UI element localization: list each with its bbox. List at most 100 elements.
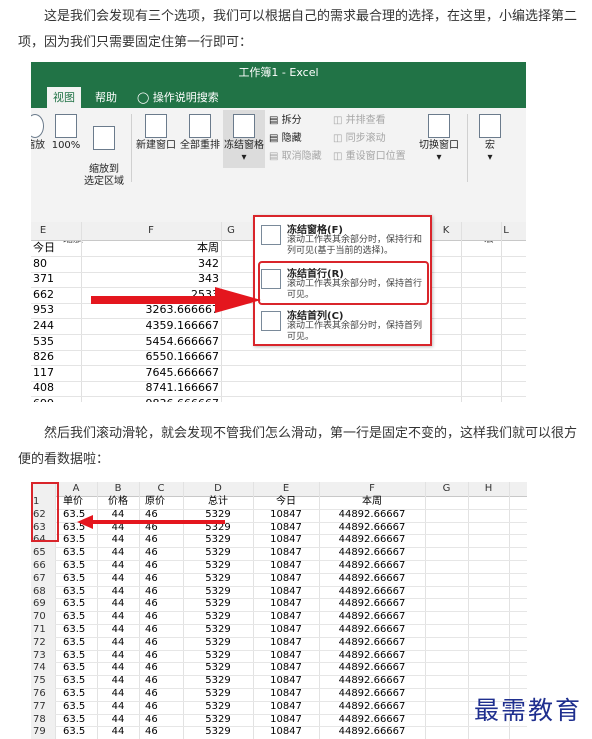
table-cell[interactable]: 原价 (145, 496, 183, 509)
hide-button[interactable]: ▤ 隐藏 (269, 132, 302, 146)
unhide-button[interactable]: ▤ 取消隐藏 (269, 150, 322, 164)
table-cell[interactable]: 10847 (253, 560, 319, 573)
table-cell[interactable]: 44892.66667 (319, 675, 425, 688)
table-cell[interactable]: 63.5 (63, 560, 97, 573)
table-cell[interactable]: 44892.66667 (319, 637, 425, 650)
table-cell[interactable]: 本周 (319, 496, 425, 509)
table-cell[interactable]: 46 (145, 662, 183, 675)
table-cell[interactable]: 5329 (183, 688, 253, 701)
row-number[interactable]: 73 (31, 649, 55, 663)
table-cell[interactable]: 44 (97, 662, 139, 675)
table-cell[interactable]: 46 (145, 714, 183, 727)
table-cell[interactable]: 10847 (253, 714, 319, 727)
row-number[interactable]: 76 (31, 688, 55, 701)
row-number[interactable]: 74 (31, 662, 55, 676)
table-cell[interactable]: 44892.66667 (319, 522, 425, 535)
table-cell[interactable]: 5329 (183, 701, 253, 714)
table-cell[interactable]: 10847 (253, 586, 319, 599)
cell-e[interactable]: 953 (31, 302, 73, 318)
column-header[interactable]: L (491, 222, 521, 240)
table-cell[interactable]: 44892.66667 (319, 586, 425, 599)
table-cell[interactable]: 44 (97, 547, 139, 560)
freeze-panes-button[interactable]: 冻结窗格 ▾ (223, 110, 265, 168)
table-cell[interactable]: 10847 (253, 726, 319, 739)
table-cell[interactable]: 10847 (253, 637, 319, 650)
table-cell[interactable]: 10847 (253, 522, 319, 535)
table-cell[interactable]: 44 (97, 560, 139, 573)
table-cell[interactable]: 63.5 (63, 688, 97, 701)
row-number[interactable]: 69 (31, 598, 55, 612)
table-cell[interactable]: 46 (145, 534, 183, 547)
column-header[interactable]: F (81, 222, 221, 240)
zoom-to-selection-button[interactable]: 缩放到 选定区域 (83, 114, 125, 188)
row-number[interactable]: 77 (31, 700, 55, 714)
table-cell[interactable]: 5329 (183, 714, 253, 727)
table-cell[interactable]: 10847 (253, 701, 319, 714)
table-cell[interactable]: 44892.66667 (319, 662, 425, 675)
table-cell[interactable]: 44892.66667 (319, 573, 425, 586)
table-cell[interactable]: 63.5 (63, 547, 97, 560)
switch-windows-button[interactable]: 切换窗口 ▾ (417, 114, 461, 164)
table-cell[interactable]: 5329 (183, 650, 253, 663)
table-cell[interactable]: 5329 (183, 586, 253, 599)
row-number[interactable]: 75 (31, 675, 55, 688)
table-cell[interactable]: 44892.66667 (319, 534, 425, 547)
table-cell[interactable]: 10847 (253, 573, 319, 586)
cell-e[interactable]: 662 (31, 287, 73, 303)
row-number[interactable]: 70 (31, 611, 55, 624)
table-cell[interactable]: 44 (97, 688, 139, 701)
table-cell[interactable]: 10847 (253, 688, 319, 701)
table-cell[interactable]: 63.5 (63, 714, 97, 727)
table-cell[interactable]: 46 (145, 701, 183, 714)
table-cell[interactable]: 10847 (253, 547, 319, 560)
cell-f[interactable]: 5454.666667 (81, 334, 219, 350)
table-cell[interactable]: 价格 (97, 496, 139, 509)
table-cell[interactable]: 46 (145, 675, 183, 688)
tell-me-search[interactable]: ◯ 操作说明搜索 (131, 87, 225, 108)
zoom-100-button[interactable]: 100% (51, 114, 81, 152)
menu-item-freeze-first-column[interactable]: 冻结首列(C) 滚动工作表其余部分时，保持首列可见。 (255, 305, 430, 345)
table-cell[interactable]: 46 (145, 598, 183, 611)
table-cell[interactable]: 46 (145, 611, 183, 624)
table-cell[interactable]: 44 (97, 637, 139, 650)
table-cell[interactable]: 44892.66667 (319, 560, 425, 573)
table-cell[interactable]: 44892.66667 (319, 726, 425, 739)
table-cell[interactable]: 46 (145, 560, 183, 573)
column-header[interactable]: E (31, 222, 55, 240)
table-cell[interactable]: 44892.66667 (319, 688, 425, 701)
table-cell[interactable]: 44 (97, 534, 139, 547)
table-cell[interactable]: 5329 (183, 560, 253, 573)
table-cell[interactable]: 10847 (253, 534, 319, 547)
column-header[interactable]: B (97, 482, 139, 496)
table-cell[interactable]: 5329 (183, 573, 253, 586)
table-cell[interactable]: 今日 (253, 496, 319, 509)
table-cell[interactable]: 46 (145, 573, 183, 586)
table-cell[interactable]: 46 (145, 586, 183, 599)
column-header[interactable]: H (468, 482, 509, 496)
cell-e[interactable]: 80 (31, 256, 73, 272)
macros-button[interactable]: 宏 ▾ (475, 114, 505, 164)
table-cell[interactable]: 63.5 (63, 534, 97, 547)
table-cell[interactable]: 63.5 (63, 650, 97, 663)
table-cell[interactable]: 44892.66667 (319, 714, 425, 727)
cell-f[interactable]: 本周 (81, 240, 219, 256)
row-number[interactable]: 72 (31, 636, 55, 650)
row-number[interactable]: 68 (31, 585, 55, 599)
table-cell[interactable]: 10847 (253, 650, 319, 663)
table-cell[interactable]: 44 (97, 573, 139, 586)
table-cell[interactable]: 10847 (253, 624, 319, 637)
table-cell[interactable]: 总计 (183, 496, 253, 509)
table-cell[interactable]: 44892.66667 (319, 598, 425, 611)
table-cell[interactable]: 63.5 (63, 598, 97, 611)
table-cell[interactable]: 5329 (183, 611, 253, 624)
column-header[interactable]: E (253, 482, 319, 496)
new-window-button[interactable]: 新建窗口 (135, 114, 177, 152)
cell-f[interactable]: 6550.166667 (81, 349, 219, 365)
cell-e[interactable]: 535 (31, 334, 73, 350)
table-cell[interactable]: 63.5 (63, 637, 97, 650)
table-cell[interactable]: 44 (97, 675, 139, 688)
table-cell[interactable]: 44 (97, 714, 139, 727)
sync-scroll-button[interactable]: ◫ 同步滚动 (333, 132, 386, 146)
cell-e[interactable]: 117 (31, 365, 73, 381)
table-cell[interactable]: 46 (145, 726, 183, 739)
